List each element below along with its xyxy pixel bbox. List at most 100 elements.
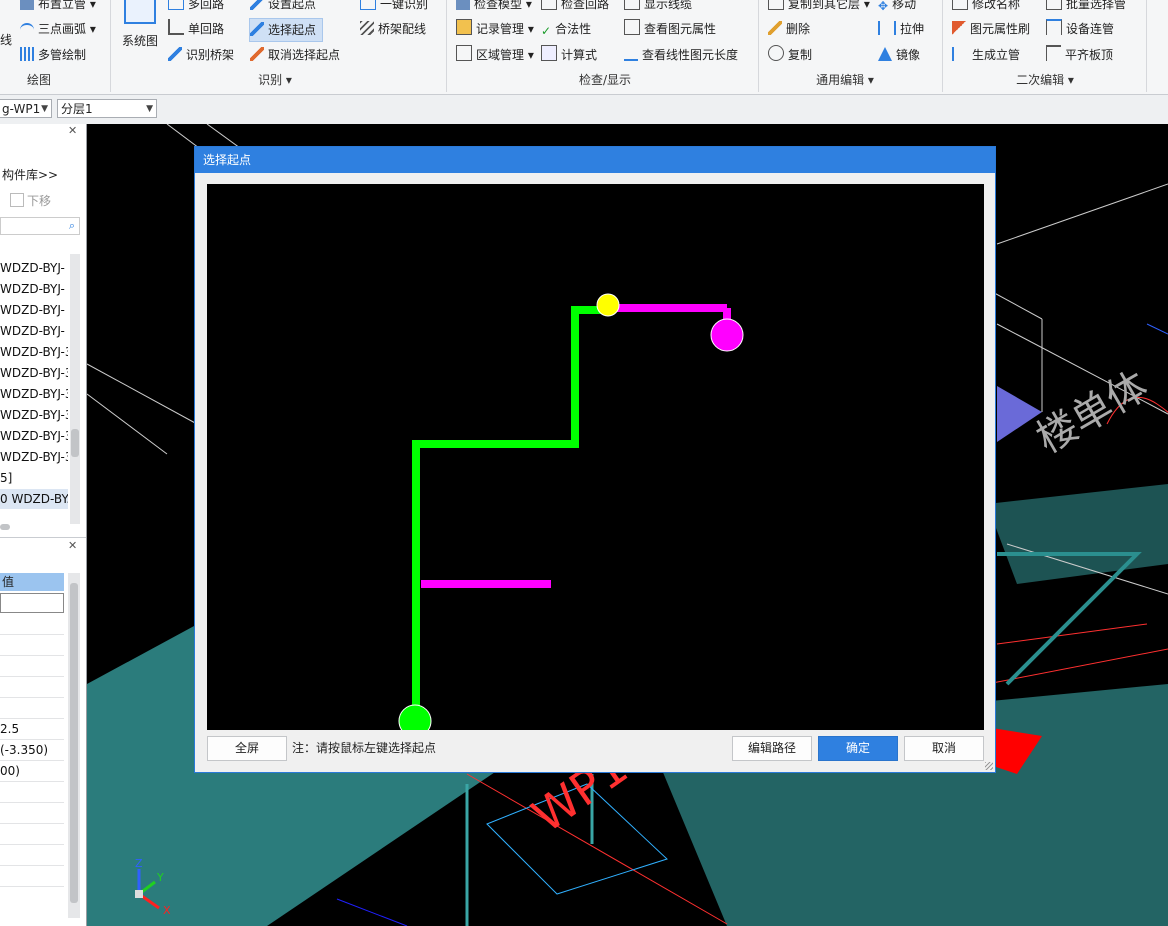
cyan-slab bbox=[987, 484, 1168, 584]
copy-button[interactable]: 复制 bbox=[768, 44, 812, 66]
property-value-cell[interactable] bbox=[0, 845, 64, 866]
batch-select-pipe-button[interactable]: 批量选择管 bbox=[1046, 0, 1126, 15]
set-start-button[interactable]: 设置起点 bbox=[250, 0, 316, 15]
stretch-button[interactable]: 拉伸 bbox=[878, 18, 924, 40]
property-value-cell[interactable]: 2.5 bbox=[0, 719, 64, 740]
property-scrollbar[interactable] bbox=[68, 573, 80, 918]
move-button[interactable]: ✥ 移动 bbox=[878, 0, 916, 15]
record-manage-button[interactable]: 记录管理 ▾ bbox=[456, 18, 534, 40]
group-label-identify[interactable]: 识别 ▾ bbox=[230, 70, 320, 90]
mirror-button[interactable]: 镜像 bbox=[878, 44, 920, 66]
tree-item[interactable]: 0 WDZD-BY. bbox=[0, 489, 68, 509]
flush-top-icon bbox=[1046, 45, 1061, 61]
delete-button[interactable]: 删除 bbox=[768, 18, 810, 40]
formula-button[interactable]: 计算式 bbox=[541, 44, 597, 66]
tray-wiring-icon bbox=[360, 21, 374, 35]
property-value-cell[interactable] bbox=[0, 656, 64, 677]
device-connect-pipe-button[interactable]: 设备连管 bbox=[1046, 18, 1114, 40]
property-value-cell[interactable] bbox=[0, 614, 64, 635]
region-icon bbox=[456, 45, 472, 61]
property-value-cell[interactable] bbox=[0, 677, 64, 698]
tree-scrollbar[interactable] bbox=[70, 254, 80, 524]
property-value-cell[interactable] bbox=[0, 593, 64, 613]
property-value-cell[interactable]: (-3.350) bbox=[0, 740, 64, 761]
region-manage-button[interactable]: 区域管理 ▾ bbox=[456, 44, 534, 66]
check-loop-button[interactable]: 检查回路 bbox=[541, 0, 609, 15]
close-icon[interactable]: ✕ bbox=[68, 124, 77, 137]
tree-item[interactable]: WDZD-BYJ-3 bbox=[0, 426, 68, 446]
set-start-icon bbox=[250, 0, 264, 10]
check-model-button[interactable]: 检查模型 ▾ bbox=[456, 0, 532, 15]
select-start-button[interactable]: 选择起点 bbox=[249, 18, 324, 42]
tree-item[interactable]: WDZD-BYJ-3 bbox=[0, 342, 68, 362]
rename-icon bbox=[952, 0, 968, 10]
legality-button[interactable]: ✓ 合法性 bbox=[541, 18, 591, 40]
property-value-cell[interactable] bbox=[0, 782, 64, 803]
tree-item[interactable]: WDZD-BYJ- bbox=[0, 300, 68, 320]
tree-hscroll-thumb[interactable] bbox=[0, 524, 10, 530]
end-point-marker[interactable] bbox=[398, 704, 432, 730]
start-point-marker[interactable] bbox=[596, 293, 620, 317]
component-combo[interactable]: g-WP1 ▼ bbox=[0, 99, 52, 118]
select-start-icon bbox=[250, 22, 264, 36]
property-header: 值 bbox=[0, 573, 64, 591]
multi-loop-button[interactable]: 多回路 bbox=[168, 0, 224, 15]
attribute-brush-button[interactable]: 图元属性刷 bbox=[952, 18, 1030, 40]
view-linear-length-button[interactable]: 查看线性图元长度 bbox=[624, 44, 738, 66]
tree-item[interactable]: WDZD-BYJ-3 bbox=[0, 447, 68, 467]
group-label-edit2[interactable]: 二次编辑 ▾ bbox=[990, 70, 1100, 90]
show-cable-button[interactable]: 显示线缆 bbox=[624, 0, 692, 15]
pencil-icon bbox=[768, 21, 782, 35]
cancel-select-start-button[interactable]: 取消选择起点 bbox=[250, 44, 340, 66]
fullscreen-button[interactable]: 全屏 bbox=[207, 736, 287, 761]
resize-grip-icon[interactable] bbox=[985, 762, 993, 770]
property-value-cell[interactable]: 00) bbox=[0, 761, 64, 782]
cancel-button[interactable]: 取消 bbox=[904, 736, 984, 761]
single-loop-button[interactable]: 单回路 bbox=[168, 18, 224, 40]
tree-item[interactable]: WDZD-BYJ- bbox=[0, 258, 68, 278]
system-diagram-button[interactable]: 系统图 bbox=[118, 0, 162, 60]
path-preview-canvas[interactable] bbox=[207, 184, 984, 730]
edit-path-button[interactable]: 编辑路径 bbox=[732, 736, 812, 761]
tree-item[interactable]: 5] bbox=[0, 468, 68, 488]
tree-item[interactable]: WDZD-BYJ-3 bbox=[0, 405, 68, 425]
chevron-down-icon: ▼ bbox=[146, 104, 153, 114]
system-diagram-icon bbox=[124, 0, 156, 24]
close-icon[interactable]: ✕ bbox=[68, 539, 77, 552]
generate-riser-button[interactable]: 生成立管 bbox=[952, 44, 1020, 66]
cancel-start-icon bbox=[250, 47, 264, 61]
cad-label: 楼单体 bbox=[1029, 363, 1156, 463]
copy-to-other-layer-button[interactable]: 复制到其它层 ▾ bbox=[768, 0, 870, 15]
property-value-cell[interactable] bbox=[0, 866, 64, 887]
property-value-cell[interactable] bbox=[0, 698, 64, 719]
ok-button[interactable]: 确定 bbox=[818, 736, 898, 761]
ribbon: 线 布置立管 ▾ 三点画弧 ▾ 多管绘制 绘图 系统图 多回路 单回路 识别桥架… bbox=[0, 0, 1168, 95]
end-point-marker[interactable] bbox=[710, 318, 744, 352]
move-icon: ✥ bbox=[878, 0, 889, 13]
tree-item[interactable]: WDZD-BYJ- bbox=[0, 279, 68, 299]
one-key-identify-button[interactable]: 一键识别 bbox=[360, 0, 428, 15]
view-element-props-button[interactable]: 查看图元属性 bbox=[624, 18, 716, 40]
dialog-title: 选择起点 bbox=[195, 147, 995, 173]
path-preview bbox=[398, 293, 744, 730]
brush-icon bbox=[952, 21, 966, 35]
tray-wiring-button[interactable]: 桥架配线 bbox=[360, 18, 426, 40]
check-model-icon bbox=[456, 0, 470, 10]
search-input[interactable]: ⌕ bbox=[0, 217, 80, 235]
property-value-cell[interactable] bbox=[0, 803, 64, 824]
tree-item[interactable]: WDZD-BYJ- bbox=[0, 321, 68, 341]
component-library-link[interactable]: 构件库>> bbox=[2, 166, 58, 183]
move-down-button[interactable]: 下移 bbox=[10, 192, 51, 209]
identify-tray-button[interactable]: 识别桥架 bbox=[168, 44, 234, 66]
place-riser-button[interactable]: 布置立管 ▾ bbox=[20, 0, 96, 15]
property-value-cell[interactable] bbox=[0, 635, 64, 656]
flush-slab-top-button[interactable]: 平齐板顶 bbox=[1046, 44, 1113, 66]
multi-pipe-draw-button[interactable]: 多管绘制 bbox=[20, 44, 86, 66]
property-value-cell[interactable] bbox=[0, 824, 64, 845]
rename-button[interactable]: 修改名称 bbox=[952, 0, 1020, 15]
three-point-arc-button[interactable]: 三点画弧 ▾ bbox=[20, 18, 96, 40]
tree-item[interactable]: WDZD-BYJ-3 bbox=[0, 384, 68, 404]
tree-item[interactable]: WDZD-BYJ-3 bbox=[0, 363, 68, 383]
group-label-edit[interactable]: 通用编辑 ▾ bbox=[800, 70, 890, 90]
layer-combo[interactable]: 分层1 ▼ bbox=[57, 99, 157, 118]
